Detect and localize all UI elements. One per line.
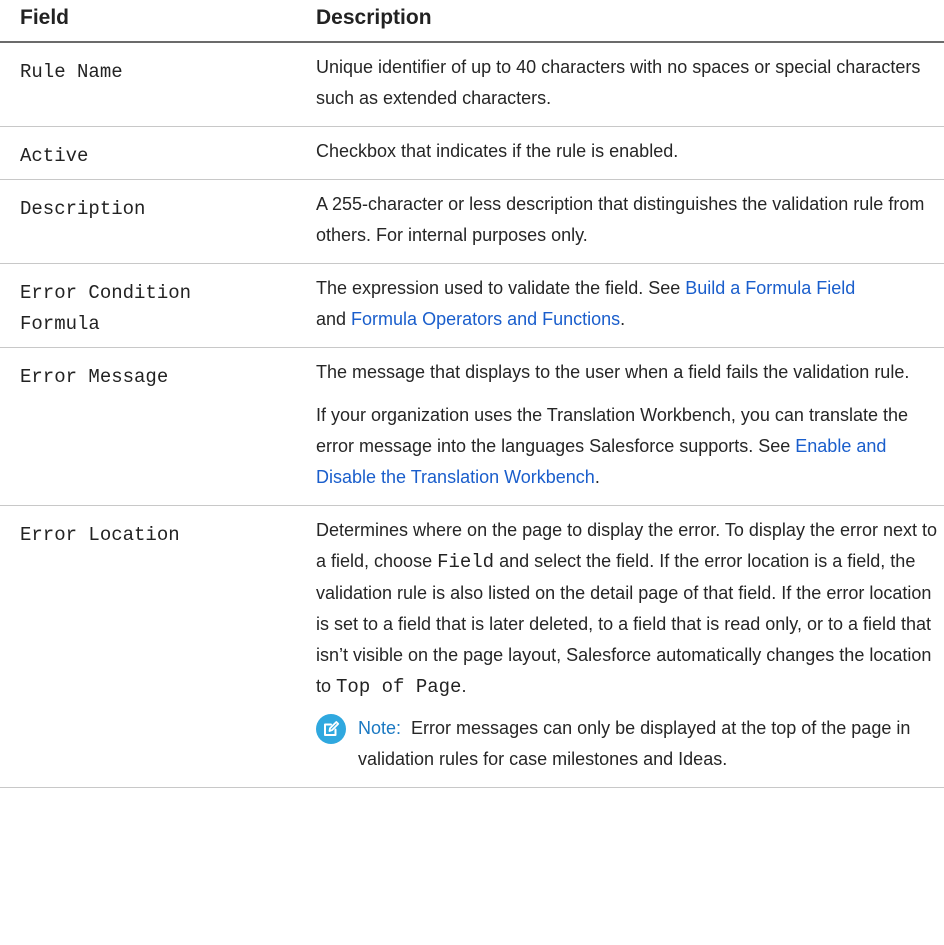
description-text: and [316,309,352,329]
field-name: Active [0,126,302,180]
field-name: Description [0,179,302,264]
field-name: Rule Name [0,42,302,127]
description-text: The expression used to validate the fiel… [316,278,686,298]
header-row: Field Description [0,0,944,43]
field-name-line: Formula [20,313,100,335]
field-description-table: Field Description Rule Name Unique ident… [0,0,944,788]
code-top-of-page: Top of Page [336,676,462,698]
table-row: Active Checkbox that indicates if the ru… [0,126,944,180]
field-name: Error Condition Formula [0,263,302,348]
field-column-header: Field [0,0,302,43]
field-name: Error Message [0,347,302,506]
field-description: The expression used to validate the fiel… [302,263,944,348]
description-text: . [461,676,467,696]
description-text: . [594,467,600,487]
code-field: Field [437,551,495,573]
note-label: Note: [358,718,402,738]
note-body: Error messages can only be displayed at … [358,718,911,769]
table-row: Error Location Determines where on the p… [0,505,944,788]
field-name: Error Location [0,505,302,788]
description-paragraph: The message that displays to the user wh… [316,362,910,382]
field-description: The message that displays to the user wh… [302,347,944,506]
description-column-header: Description [302,0,944,43]
note-callout: Note: Error messages can only be display… [316,713,944,775]
formula-operators-functions-link[interactable]: Formula Operators and Functions [351,309,620,329]
field-description: Checkbox that indicates if the rule is e… [302,126,944,180]
field-description: A 255-character or less description that… [302,179,944,264]
description-paragraph: Determines where on the page to display … [316,515,944,703]
field-description: Determines where on the page to display … [302,505,944,788]
note-edit-icon [316,714,346,744]
table-row: Error Message The message that displays … [0,347,944,506]
description-text: . [620,309,626,329]
table-row: Error Condition Formula The expression u… [0,263,944,348]
table-row: Description A 255-character or less desc… [0,179,944,264]
note-text: Note: Error messages can only be display… [358,713,944,775]
field-description: Unique identifier of up to 40 characters… [302,42,944,127]
build-formula-field-link[interactable]: Build a Formula Field [685,278,855,298]
description-paragraph: If your organization uses the Translatio… [316,400,944,493]
field-name-line: Error Condition [20,282,192,304]
description-text: and select the field. If the error locat… [316,551,932,696]
table-row: Rule Name Unique identifier of up to 40 … [0,42,944,127]
